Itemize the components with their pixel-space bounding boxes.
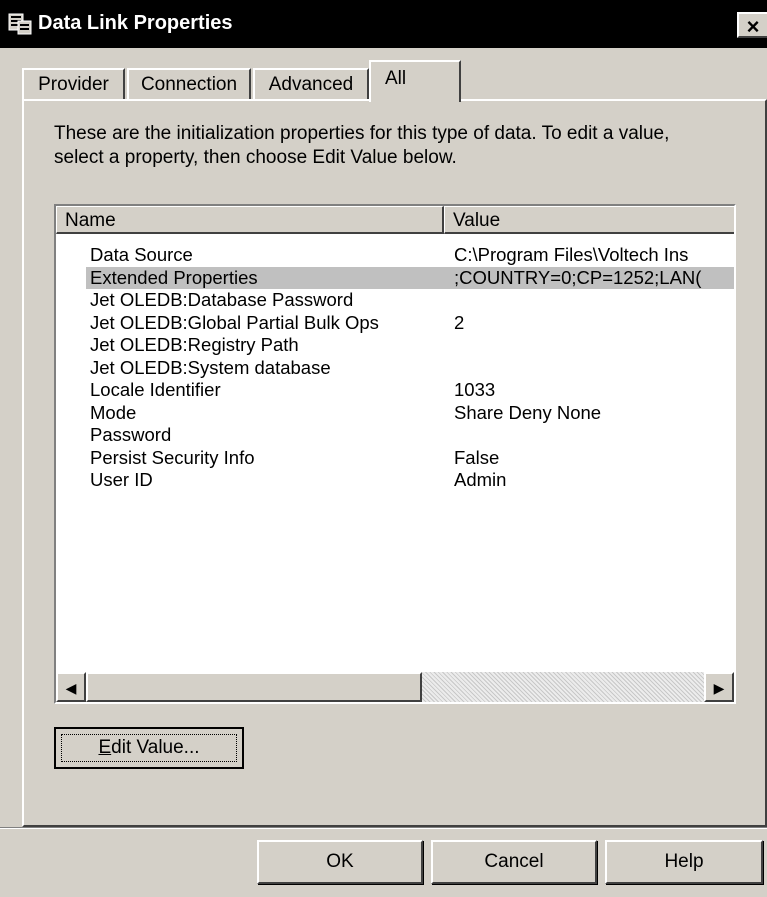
window-title: Data Link Properties (38, 12, 233, 34)
property-name: Jet OLEDB:Global Partial Bulk Ops (90, 311, 379, 333)
property-name: Jet OLEDB:Database Password (90, 289, 354, 310)
column-header-name[interactable]: Name (56, 206, 444, 234)
property-name: Jet OLEDB:System database (90, 356, 331, 378)
tab-advanced[interactable]: Advanced (253, 68, 369, 100)
tab-provider-label: Provider (38, 74, 109, 95)
property-row-password[interactable]: Password (56, 424, 734, 447)
cancel-label: Cancel (484, 851, 544, 872)
property-row-system-database[interactable]: Jet OLEDB:System database (56, 356, 734, 380)
close-button[interactable]: × (737, 12, 767, 39)
edit-value-label: dit Value... (111, 737, 200, 758)
property-value: Share Deny None (454, 401, 602, 423)
title-bar[interactable]: Data Link Properties × (0, 0, 767, 48)
scroll-left-button[interactable]: ◀ (56, 672, 86, 702)
property-row-locale-identifier[interactable]: Locale Identifier 1033 (56, 379, 734, 402)
property-row-database-password[interactable]: Jet OLEDB:Database Password (56, 289, 734, 312)
tab-all-label: All (385, 68, 407, 89)
property-row-extended-properties[interactable]: Extended Properties ;COUNTRY=0;CP=1252;L… (56, 266, 734, 289)
focus-rectangle: Edit Value... (61, 734, 237, 762)
help-button[interactable]: Help (605, 840, 763, 884)
footer-separator (0, 827, 767, 829)
column-header-value[interactable]: Value (444, 206, 734, 234)
close-icon: × (746, 14, 760, 39)
property-name: Extended Properties (90, 266, 258, 288)
property-row-user-id[interactable]: User ID Admin (56, 469, 734, 492)
property-row-global-partial-bulk-ops[interactable]: Jet OLEDB:Global Partial Bulk Ops 2 (56, 311, 734, 335)
property-name: Data Source (90, 244, 193, 265)
property-row-registry-path[interactable]: Jet OLEDB:Registry Path (56, 334, 734, 357)
help-label: Help (664, 851, 704, 872)
property-name: Mode (90, 401, 137, 423)
ok-button[interactable]: OK (257, 840, 423, 884)
property-row-data-source[interactable]: Data Source C:\Program Files\Voltech Ins (56, 244, 734, 267)
tab-connection-label: Connection (140, 74, 238, 95)
property-name: Jet OLEDB:Registry Path (90, 334, 299, 355)
cancel-button[interactable]: Cancel (431, 840, 597, 884)
horizontal-scrollbar[interactable]: ◀ ▶ (56, 672, 734, 702)
tab-provider[interactable]: Provider (22, 68, 125, 100)
scroll-left-icon: ◀ (65, 680, 77, 696)
property-name: Locale Identifier (90, 379, 221, 400)
data-link-icon (8, 13, 32, 35)
tab-connection[interactable]: Connection (127, 68, 251, 100)
edit-value-button[interactable]: Edit Value... (54, 727, 244, 769)
scroll-right-icon: ▶ (713, 680, 725, 696)
property-rows: Data Source C:\Program Files\Voltech Ins… (56, 244, 734, 492)
tab-advanced-label: Advanced (268, 74, 354, 95)
scroll-right-button[interactable]: ▶ (704, 672, 734, 702)
description-text: These are the initialization properties … (54, 123, 670, 168)
data-link-properties-dialog: Data Link Properties × Provider Connecti… (0, 0, 767, 897)
property-name: Persist Security Info (90, 446, 255, 468)
property-row-persist-security-info[interactable]: Persist Security Info False (56, 446, 734, 470)
property-value: C:\Program Files\Voltech Ins (454, 244, 689, 265)
edit-value-mnemonic: E (98, 737, 112, 758)
column-header-value-label: Value (453, 210, 501, 231)
tab-all[interactable]: All (369, 60, 461, 102)
property-name: Password (90, 424, 172, 445)
property-value: False (454, 446, 500, 468)
properties-listview[interactable]: Name Value Data Source C:\Program Files\… (54, 204, 736, 704)
property-value: 2 (454, 311, 465, 333)
property-value: ;COUNTRY=0;CP=1252;LAN( (454, 266, 702, 288)
column-header-name-label: Name (65, 210, 116, 231)
ok-label: OK (326, 851, 354, 872)
property-value: Admin (454, 469, 507, 490)
property-name: User ID (90, 469, 153, 490)
property-value: 1033 (454, 379, 496, 400)
scroll-thumb[interactable] (86, 672, 422, 702)
property-row-mode[interactable]: Mode Share Deny None (56, 401, 734, 425)
